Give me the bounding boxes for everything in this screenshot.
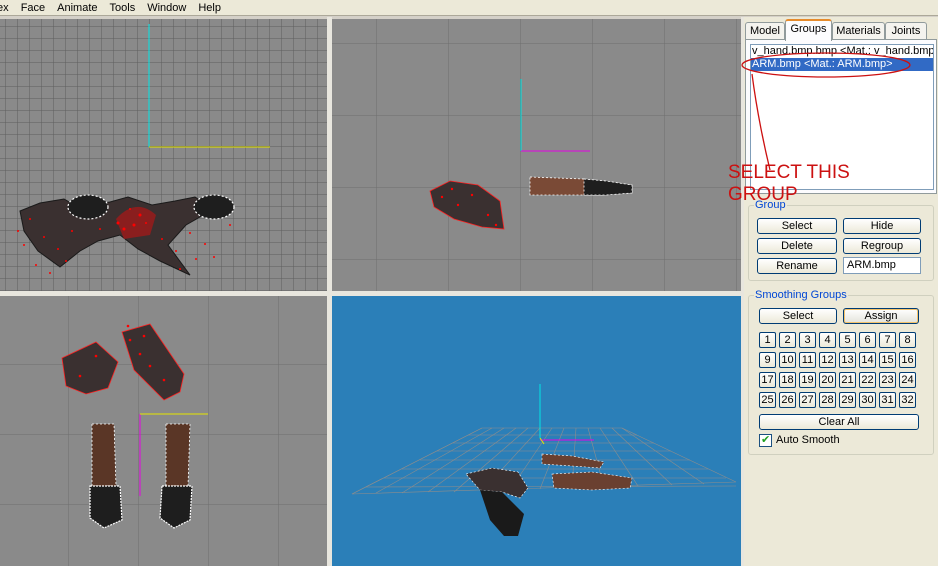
smoothing-group-6-button[interactable]: 6 (859, 332, 876, 348)
smoothing-group-15-button[interactable]: 15 (879, 352, 896, 368)
smoothing-group-9-button[interactable]: 9 (759, 352, 776, 368)
menu-help[interactable]: Help (192, 1, 227, 15)
smoothing-group-21-button[interactable]: 21 (839, 372, 856, 388)
viewport-side-canvas (332, 19, 741, 291)
smoothing-group-20-button[interactable]: 20 (819, 372, 836, 388)
smoothing-groups-title: Smoothing Groups (754, 289, 848, 301)
group-list-item[interactable]: v_hand.bmp.bmp <Mat.: v_hand.bmp.bmp> (751, 45, 933, 58)
smoothing-group-17-button[interactable]: 17 (759, 372, 776, 388)
smoothing-group-1-button[interactable]: 1 (759, 332, 776, 348)
smoothing-group-25-button[interactable]: 25 (759, 392, 776, 408)
smoothing-assign-button[interactable]: Assign (843, 308, 919, 324)
smoothing-group-32-button[interactable]: 32 (899, 392, 916, 408)
smoothing-group-24-button[interactable]: 24 (899, 372, 916, 388)
smoothing-group-29-button[interactable]: 29 (839, 392, 856, 408)
smoothing-group-5-button[interactable]: 5 (839, 332, 856, 348)
viewport-front-canvas (0, 19, 327, 291)
tab-model[interactable]: Model (745, 22, 785, 40)
smoothing-group-8-button[interactable]: 8 (899, 332, 916, 348)
smoothing-group-11-button[interactable]: 11 (799, 352, 816, 368)
smoothing-group-26-button[interactable]: 26 (779, 392, 796, 408)
smoothing-group-18-button[interactable]: 18 (779, 372, 796, 388)
group-name-input[interactable]: ARM.bmp (843, 257, 921, 274)
panel-tabs: Model Groups Materials Joints (744, 19, 938, 41)
smoothing-group-30-button[interactable]: 30 (859, 392, 876, 408)
viewport-front[interactable] (0, 19, 327, 291)
group-regroup-button[interactable]: Regroup (843, 238, 921, 254)
tab-joints[interactable]: Joints (885, 22, 927, 40)
smoothing-groups-box: Smoothing Groups Select Assign 123456789… (748, 289, 934, 455)
menu-animate[interactable]: Animate (51, 1, 103, 15)
smoothing-group-3-button[interactable]: 3 (799, 332, 816, 348)
smoothing-group-23-button[interactable]: 23 (879, 372, 896, 388)
side-panel: Model Groups Materials Joints v_hand.bmp… (744, 17, 938, 566)
menu-window[interactable]: Window (141, 1, 192, 15)
group-delete-button[interactable]: Delete (757, 238, 837, 254)
viewport-3d-canvas (332, 296, 741, 566)
menu-bar: tex Face Animate Tools Window Help (0, 0, 938, 16)
milkshape-window: tex Face Animate Tools Window Help (0, 0, 938, 566)
smoothing-group-22-button[interactable]: 22 (859, 372, 876, 388)
smoothing-group-19-button[interactable]: 19 (799, 372, 816, 388)
smoothing-group-28-button[interactable]: 28 (819, 392, 836, 408)
menu-face[interactable]: Face (15, 1, 51, 15)
smoothing-group-7-button[interactable]: 7 (879, 332, 896, 348)
viewport-3d[interactable] (332, 296, 741, 566)
smoothing-group-2-button[interactable]: 2 (779, 332, 796, 348)
annotation-text: SELECT THIS GROUP (728, 162, 850, 205)
group-box: Group Select Hide Delete Regroup Rename … (748, 199, 934, 281)
tab-groups[interactable]: Groups (785, 19, 832, 41)
smoothing-group-27-button[interactable]: 27 (799, 392, 816, 408)
menu-tools[interactable]: Tools (104, 1, 142, 15)
viewport-splitter-horizontal[interactable] (0, 291, 741, 296)
tab-materials[interactable]: Materials (832, 22, 885, 40)
smoothing-group-10-button[interactable]: 10 (779, 352, 796, 368)
smoothing-select-button[interactable]: Select (759, 308, 837, 324)
smoothing-group-31-button[interactable]: 31 (879, 392, 896, 408)
group-select-button[interactable]: Select (757, 218, 837, 234)
smoothing-group-14-button[interactable]: 14 (859, 352, 876, 368)
viewport-side[interactable] (332, 19, 741, 291)
viewport-top[interactable] (0, 296, 327, 566)
viewport-top-canvas (0, 296, 327, 566)
group-rename-button[interactable]: Rename (757, 258, 837, 274)
smoothing-group-16-button[interactable]: 16 (899, 352, 916, 368)
smoothing-group-13-button[interactable]: 13 (839, 352, 856, 368)
menu-vertex[interactable]: tex (0, 1, 15, 15)
auto-smooth-label: Auto Smooth (776, 434, 840, 446)
smoothing-group-4-button[interactable]: 4 (819, 332, 836, 348)
group-hide-button[interactable]: Hide (843, 218, 921, 234)
smoothing-group-12-button[interactable]: 12 (819, 352, 836, 368)
auto-smooth-checkbox[interactable] (759, 433, 772, 447)
clear-all-button[interactable]: Clear All (759, 414, 919, 430)
group-list-item-selected[interactable]: ARM.bmp <Mat.: ARM.bmp> (751, 58, 933, 71)
